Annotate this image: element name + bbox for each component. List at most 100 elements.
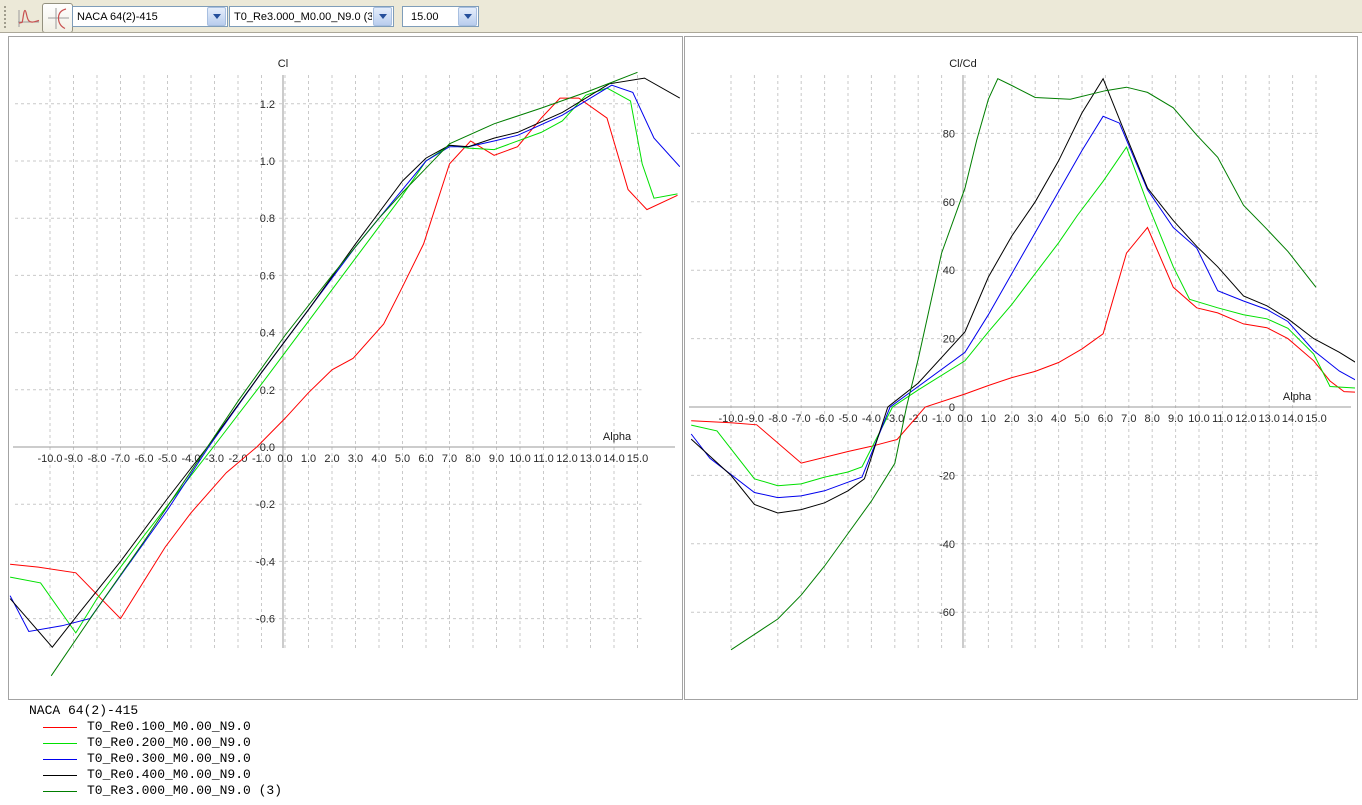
x-tick-label: 11.0 <box>1212 413 1233 425</box>
x-tick-label: 13.0 <box>580 453 601 465</box>
polar-plot-icon <box>45 5 71 31</box>
cl-alpha-chart-panel: -10.0-9.0-8.0-7.0-6.0-5.0-4.0-3.0-2.0-1.… <box>8 36 683 700</box>
x-axis-title: Alpha <box>1283 391 1312 403</box>
series-T0_Re0.200_M0.00_N9.0 <box>691 147 1355 486</box>
pressure-plot-button[interactable] <box>11 3 42 33</box>
legend-item-label: T0_Re0.300_M0.00_N9.0 <box>87 751 251 767</box>
x-tick-label: 4.0 <box>371 453 386 465</box>
y-tick-label: 80 <box>943 128 955 140</box>
y-axis-title: Cl <box>278 58 288 70</box>
polar-legend: NACA 64(2)-415 T0_Re0.100_M0.00_N9.0T0_R… <box>29 703 282 799</box>
legend-item: T0_Re0.300_M0.00_N9.0 <box>29 751 282 767</box>
x-tick-label: -6.0 <box>135 453 154 465</box>
x-tick-label: 13.0 <box>1258 413 1279 425</box>
x-tick-label: 3.0 <box>1028 413 1043 425</box>
x-tick-label: -7.0 <box>792 413 811 425</box>
series-T0_Re3.000_M0.00_N9.0 (3) <box>51 72 637 676</box>
airfoil-combobox[interactable]: NACA 64(2)-415 <box>72 6 228 27</box>
x-tick-label: 5.0 <box>395 453 410 465</box>
x-tick-label: 12.0 <box>556 453 577 465</box>
x-tick-label: -9.0 <box>64 453 83 465</box>
clcd-alpha-chart-panel: -10.0-9.0-8.0-7.0-6.0-5.0-4.0-3.0-2.0-1.… <box>684 36 1358 700</box>
series-T0_Re0.100_M0.00_N9.0 <box>10 98 677 619</box>
x-tick-label: 3.0 <box>348 453 363 465</box>
x-tick-label: 2.0 <box>1004 413 1019 425</box>
pressure-plot-icon <box>14 5 40 31</box>
y-tick-label: -0.4 <box>256 556 275 568</box>
chevron-down-icon <box>373 7 392 26</box>
y-tick-label: 0.0 <box>260 442 275 454</box>
x-tick-label: -10.0 <box>37 453 62 465</box>
x-tick-label: 15.0 <box>627 453 648 465</box>
x-tick-label: 10.0 <box>509 453 530 465</box>
x-tick-label: -8.0 <box>88 453 107 465</box>
x-tick-label: 10.0 <box>1188 413 1209 425</box>
y-tick-label: 0.2 <box>260 385 275 397</box>
operating-point-combobox[interactable]: 15.00 <box>402 6 479 27</box>
x-axis-title: Alpha <box>603 431 632 443</box>
y-tick-label: 20 <box>943 334 955 346</box>
x-tick-label: 8.0 <box>1145 413 1160 425</box>
toolbar: NACA 64(2)-415 T0_Re3.000_M0.00_N9.0 (3)… <box>0 0 1362 32</box>
legend-color-line <box>43 791 77 792</box>
y-tick-label: -0.6 <box>256 614 275 626</box>
y-tick-label: -60 <box>939 607 955 619</box>
x-tick-label: 14.0 <box>603 453 624 465</box>
legend-item: T0_Re3.000_M0.00_N9.0 (3) <box>29 783 282 799</box>
legend-item: T0_Re0.100_M0.00_N9.0 <box>29 719 282 735</box>
y-tick-label: -0.2 <box>256 499 275 511</box>
x-tick-label: 6.0 <box>1098 413 1113 425</box>
series-T0_Re3.000_M0.00_N9.0 (3) <box>731 79 1316 650</box>
legend-item-label: T0_Re3.000_M0.00_N9.0 (3) <box>87 783 282 799</box>
x-tick-label: 7.0 <box>1121 413 1136 425</box>
x-tick-label: 12.0 <box>1235 413 1256 425</box>
y-tick-label: 60 <box>943 197 955 209</box>
x-tick-label: 8.0 <box>465 453 480 465</box>
x-tick-label: -1.0 <box>252 453 271 465</box>
series-T0_Re0.300_M0.00_N9.0 <box>10 85 680 631</box>
series-T0_Re0.100_M0.00_N9.0 <box>691 228 1355 464</box>
x-tick-label: 9.0 <box>1168 413 1183 425</box>
polar-plot-button[interactable] <box>42 3 73 33</box>
x-tick-label: -5.0 <box>158 453 177 465</box>
y-tick-label: 0.8 <box>260 213 275 225</box>
clcd-alpha-chart[interactable]: -10.0-9.0-8.0-7.0-6.0-5.0-4.0-3.0-2.0-1.… <box>685 37 1355 697</box>
legend-item-label: T0_Re0.400_M0.00_N9.0 <box>87 767 251 783</box>
legend-color-line <box>43 727 77 728</box>
x-tick-label: 6.0 <box>418 453 433 465</box>
cl-alpha-chart[interactable]: -10.0-9.0-8.0-7.0-6.0-5.0-4.0-3.0-2.0-1.… <box>9 37 680 697</box>
x-tick-label: 11.0 <box>533 453 554 465</box>
y-tick-label: 40 <box>943 265 955 277</box>
y-tick-label: 0 <box>949 402 955 414</box>
legend-item: T0_Re0.200_M0.00_N9.0 <box>29 735 282 751</box>
x-tick-label: 9.0 <box>489 453 504 465</box>
y-axis-title: Cl/Cd <box>949 58 977 70</box>
graph-client-area: -10.0-9.0-8.0-7.0-6.0-5.0-4.0-3.0-2.0-1.… <box>0 32 1362 805</box>
y-tick-label: 1.0 <box>260 156 275 168</box>
x-tick-label: -3.0 <box>205 453 224 465</box>
toolbar-drag-handle[interactable] <box>3 5 7 29</box>
x-tick-label: 7.0 <box>442 453 457 465</box>
x-tick-label: 4.0 <box>1051 413 1066 425</box>
x-tick-label: 1.0 <box>981 413 996 425</box>
x-tick-label: -9.0 <box>745 413 764 425</box>
x-tick-label: -6.0 <box>815 413 834 425</box>
x-tick-label: -1.0 <box>932 413 951 425</box>
legend-airfoil-name: NACA 64(2)-415 <box>29 703 282 719</box>
airfoil-combobox-value: NACA 64(2)-415 <box>73 11 206 23</box>
x-tick-label: 2.0 <box>324 453 339 465</box>
x-tick-label: 15.0 <box>1305 413 1326 425</box>
legend-color-line <box>43 775 77 776</box>
series-T0_Re0.200_M0.00_N9.0 <box>10 88 677 633</box>
polar-combobox-value: T0_Re3.000_M0.00_N9.0 (3) <box>230 11 372 23</box>
legend-item: T0_Re0.400_M0.00_N9.0 <box>29 767 282 783</box>
legend-color-line <box>43 759 77 760</box>
y-tick-label: 1.2 <box>260 99 275 111</box>
x-tick-label: -4.0 <box>862 413 881 425</box>
x-tick-label: 0.0 <box>277 453 292 465</box>
x-tick-label: -8.0 <box>768 413 787 425</box>
chevron-down-icon <box>207 7 226 26</box>
legend-item-label: T0_Re0.200_M0.00_N9.0 <box>87 735 251 751</box>
y-tick-label: -20 <box>939 470 955 482</box>
polar-combobox[interactable]: T0_Re3.000_M0.00_N9.0 (3) <box>229 6 394 27</box>
